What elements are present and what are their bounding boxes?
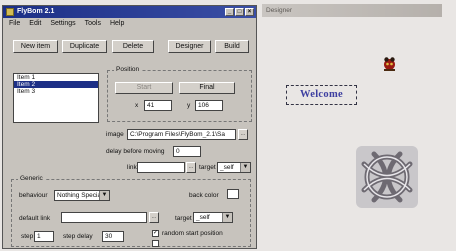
- default-target-label: target: [175, 215, 192, 222]
- chevron-down-icon: ▼: [222, 213, 232, 222]
- delete-button[interactable]: Delete: [112, 40, 154, 53]
- list-item[interactable]: Item 1: [14, 74, 98, 81]
- items-list[interactable]: Item 1 Item 2 Item 3: [13, 73, 99, 123]
- welcome-sprite[interactable]: Welcome: [286, 85, 357, 105]
- link-input[interactable]: [137, 162, 185, 173]
- delay-label: delay before moving: [106, 148, 165, 155]
- default-target-value: _self: [196, 214, 210, 221]
- back-color-label: back color: [189, 192, 219, 199]
- menu-help[interactable]: Help: [110, 20, 124, 27]
- y-input[interactable]: 106: [195, 100, 223, 111]
- celtic-knot-sprite-icon[interactable]: [352, 142, 422, 212]
- x-label: x: [135, 102, 139, 109]
- random-start-label: random start position: [162, 230, 223, 237]
- maximize-icon[interactable]: □: [235, 8, 244, 16]
- step-label: step: [21, 233, 34, 240]
- image-label: image: [106, 131, 124, 138]
- step-input[interactable]: 1: [34, 231, 54, 242]
- step-delay-label: step delay: [63, 233, 93, 240]
- random-start-checkbox[interactable]: ✓: [152, 230, 159, 237]
- delay-input[interactable]: 0: [173, 146, 201, 157]
- build-button[interactable]: Build: [215, 40, 249, 53]
- behaviour-label: behaviour: [19, 192, 48, 199]
- duplicate-button[interactable]: Duplicate: [62, 40, 107, 53]
- list-item-selected[interactable]: Item 2: [14, 81, 98, 88]
- editor-window: FlyBom 2.1 _ □ × File Edit Settings Tool…: [2, 5, 257, 249]
- step-delay-input[interactable]: 30: [102, 231, 124, 242]
- image-path-input[interactable]: C:\Program Files\FlyBom_2.1\Sa: [127, 129, 236, 140]
- x-input[interactable]: 41: [144, 100, 172, 111]
- default-target-select[interactable]: _self ▼: [193, 212, 233, 223]
- app-icon: [6, 8, 14, 16]
- title-bar[interactable]: FlyBom 2.1 _ □ ×: [3, 6, 256, 18]
- close-icon[interactable]: ×: [245, 8, 254, 16]
- menu-bar: File Edit Settings Tools Help: [9, 20, 124, 27]
- chevron-down-icon: ▼: [99, 191, 109, 200]
- menu-tools[interactable]: Tools: [85, 20, 101, 27]
- position-group: Position: [107, 66, 252, 122]
- designer-title-bar: Designer: [262, 4, 442, 17]
- browse-default-link-button[interactable]: ...: [149, 212, 159, 223]
- window-title: FlyBom 2.1: [17, 8, 55, 15]
- browse-link-button[interactable]: ...: [186, 162, 196, 173]
- final-position-button[interactable]: Final: [179, 82, 235, 94]
- link-target-select[interactable]: _self ▼: [217, 162, 251, 173]
- generic-label: Generic: [18, 175, 45, 182]
- start-position-button[interactable]: Start: [115, 82, 173, 94]
- menu-file[interactable]: File: [9, 20, 20, 27]
- default-link-input[interactable]: [61, 212, 147, 223]
- menu-settings[interactable]: Settings: [50, 20, 75, 27]
- designer-button[interactable]: Designer: [168, 40, 211, 53]
- new-item-button[interactable]: New item: [13, 40, 58, 53]
- browse-image-button[interactable]: ...: [238, 129, 248, 140]
- link-target-value: _self: [220, 164, 234, 171]
- behaviour-select[interactable]: Nothing Special ▼: [54, 190, 110, 201]
- back-color-swatch[interactable]: [227, 189, 239, 199]
- behaviour-value: Nothing Special: [57, 192, 103, 199]
- y-label: y: [187, 102, 191, 109]
- default-link-label: default link: [19, 215, 51, 222]
- position-label: Position: [114, 66, 142, 73]
- link-label: link: [127, 164, 137, 171]
- option-checkbox[interactable]: [152, 240, 159, 247]
- bug-sprite-icon[interactable]: [381, 55, 398, 72]
- titlebar-buttons: _ □ ×: [225, 8, 254, 16]
- link-target-label: target: [199, 164, 216, 171]
- menu-edit[interactable]: Edit: [29, 20, 41, 27]
- minimize-icon[interactable]: _: [225, 8, 234, 16]
- list-item[interactable]: Item 3: [14, 88, 98, 95]
- chevron-down-icon: ▼: [240, 163, 250, 172]
